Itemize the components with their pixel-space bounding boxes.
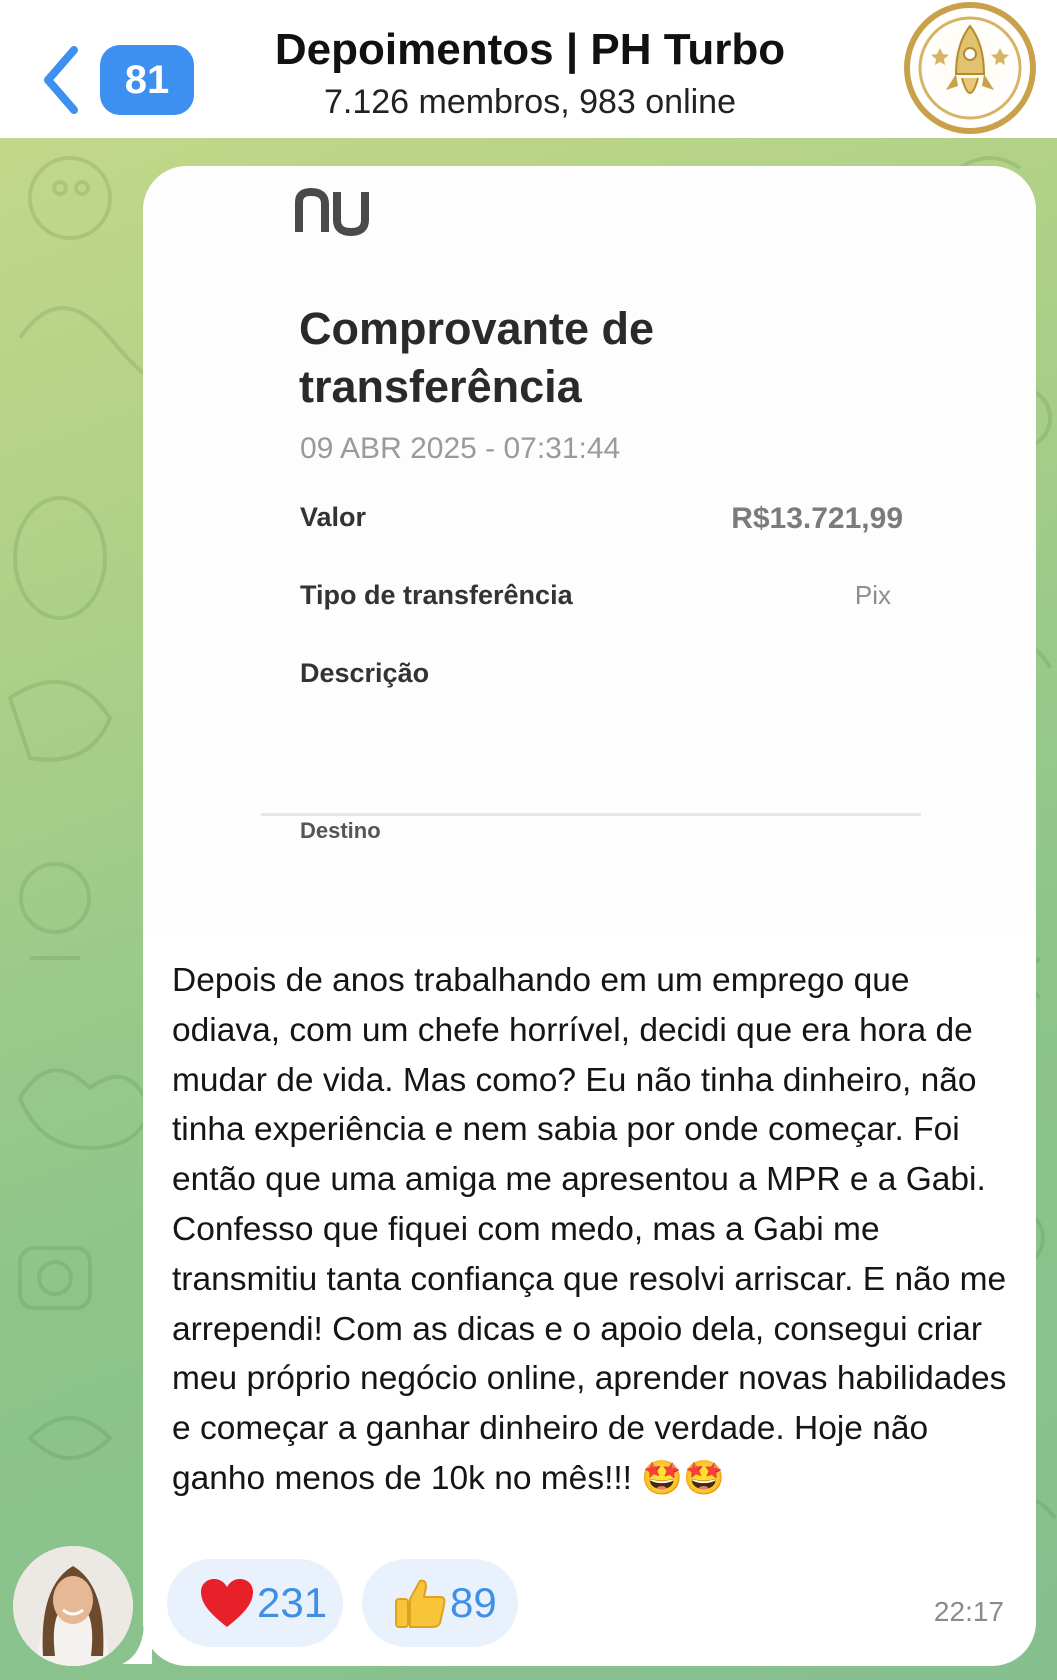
reaction-thumbs-up-count: 89 bbox=[450, 1579, 497, 1626]
user-photo-icon bbox=[13, 1546, 133, 1666]
message-bubble[interactable]: Comprovante de transferência 09 ABR 2025… bbox=[143, 166, 1036, 1666]
receipt-label-valor: Valor bbox=[300, 502, 367, 532]
chat-header: 81 Depoimentos | PH Turbo 7.126 membros,… bbox=[0, 0, 1057, 138]
receipt-label-tipo: Tipo de transferência bbox=[300, 580, 573, 610]
chevron-left-icon bbox=[44, 46, 78, 114]
receipt-value-amount: R$13.721,99 bbox=[731, 502, 903, 535]
receipt-label-destino: Destino bbox=[300, 818, 381, 843]
thumbs-up-icon bbox=[392, 1575, 448, 1631]
reaction-heart-button[interactable]: 231 bbox=[167, 1559, 343, 1647]
heart-icon bbox=[199, 1575, 255, 1631]
chat-title: Depoimentos | PH Turbo bbox=[274, 25, 786, 74]
chat-member-count: 7.126 membros, 983 online bbox=[323, 83, 737, 121]
back-button[interactable] bbox=[38, 40, 88, 120]
receipt-date: 09 ABR 2025 - 07:31:44 bbox=[300, 432, 621, 465]
receipt-label-descricao: Descrição bbox=[300, 658, 430, 688]
reaction-thumbs-up-button[interactable]: 89 bbox=[362, 1559, 518, 1647]
message-timestamp: 22:17 bbox=[933, 1596, 1004, 1627]
nubank-logo bbox=[295, 188, 369, 236]
receipt-title: Comprovante de transferência bbox=[299, 303, 655, 412]
channel-avatar[interactable] bbox=[904, 2, 1036, 134]
receipt-image[interactable]: Comprovante de transferência 09 ABR 2025… bbox=[143, 166, 1036, 936]
chat-title-block[interactable]: Depoimentos | PH Turbo 7.126 membros, 98… bbox=[200, 20, 860, 124]
reaction-heart-count: 231 bbox=[257, 1579, 328, 1626]
unread-count-badge[interactable]: 81 bbox=[100, 45, 194, 115]
sender-avatar[interactable] bbox=[13, 1546, 133, 1666]
rocket-logo-icon bbox=[918, 16, 1022, 120]
message-text: Depois de anos trabalhando em um emprego… bbox=[172, 962, 1007, 1497]
receipt-divider bbox=[261, 813, 921, 816]
receipt-value-tipo: Pix bbox=[854, 580, 891, 610]
